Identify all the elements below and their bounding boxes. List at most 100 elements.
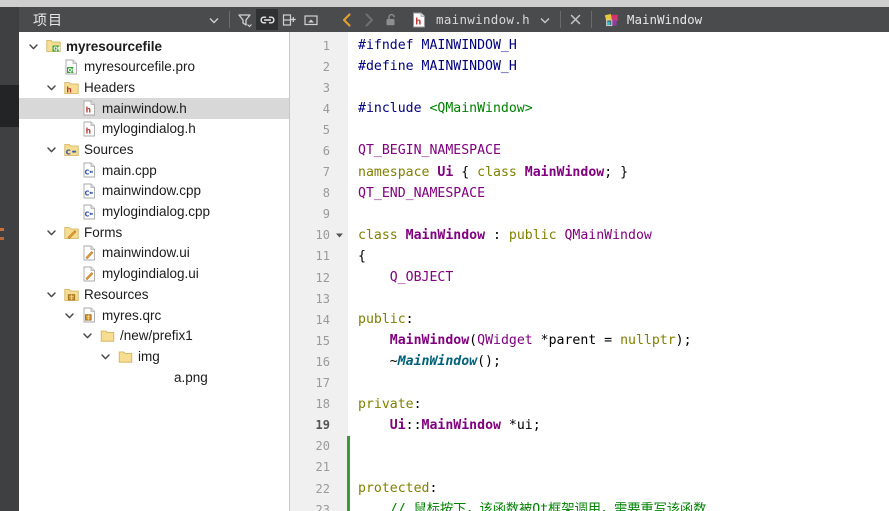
link-icon[interactable] xyxy=(256,9,278,30)
project-tree[interactable]: Qt myresourcefile Qt myresourcefile.pro h Hea… xyxy=(19,32,290,511)
code-text: #include <QMainWindow> xyxy=(358,101,533,117)
svg-text:h: h xyxy=(415,17,421,27)
code-line[interactable]: 23 // 鼠标按下，该函数被Qt框架调用，需要重写该函数 xyxy=(290,499,889,511)
mode-sidebar-active-block[interactable] xyxy=(0,85,19,127)
qt-class-icon xyxy=(602,9,624,30)
split-add-icon[interactable] xyxy=(278,9,300,30)
code-line[interactable]: 12 Q_OBJECT xyxy=(290,267,889,288)
resources-folder-icon xyxy=(64,287,79,303)
code-text: class MainWindow : public QMainWindow xyxy=(358,227,652,243)
tree-item-myresourcefile[interactable]: Qt myresourcefile xyxy=(19,36,289,57)
chevron-down-icon[interactable] xyxy=(203,9,225,30)
line-number: 23 xyxy=(315,502,330,511)
tree-item-mainwindow-cpp[interactable]: Cmainwindow.cpp xyxy=(19,181,289,202)
code-text: QT_BEGIN_NAMESPACE xyxy=(358,143,501,159)
tree-item-a-png[interactable]: a.png xyxy=(19,367,289,388)
tree-twisty-placeholder xyxy=(63,164,76,177)
line-number: 14 xyxy=(315,312,330,327)
unlocked-padlock-icon[interactable] xyxy=(380,9,402,30)
chevron-down-icon[interactable] xyxy=(45,81,58,94)
forward-arrow-icon[interactable] xyxy=(358,9,380,30)
class-selector-label: MainWindow xyxy=(626,12,703,27)
line-number: 11 xyxy=(315,249,330,264)
tree-item-main-cpp[interactable]: Cmain.cpp xyxy=(19,160,289,181)
chevron-down-icon[interactable] xyxy=(27,40,40,53)
code-line[interactable]: 17 xyxy=(290,373,889,394)
headers-folder-icon: h xyxy=(64,80,79,96)
tree-item-new-prefix1[interactable]: /new/prefix1 xyxy=(19,326,289,347)
line-number: 1 xyxy=(322,38,330,53)
cpp-file-icon: C xyxy=(82,183,97,199)
collapse-icon[interactable] xyxy=(300,9,322,30)
code-line[interactable]: 20 xyxy=(290,436,889,457)
tree-item-myres-qrc[interactable]: myres.qrc xyxy=(19,305,289,326)
code-line[interactable]: 2 #define MAINWINDOW_H xyxy=(290,56,889,77)
line-number: 17 xyxy=(315,376,330,391)
tree-item-forms[interactable]: Forms xyxy=(19,222,289,243)
code-line[interactable]: 11 { xyxy=(290,246,889,267)
chevron-down-icon[interactable] xyxy=(45,288,58,301)
tree-item-img[interactable]: img xyxy=(19,346,289,367)
code-line[interactable]: 1 #ifndef MAINWINDOW_H xyxy=(290,35,889,56)
tree-item-mylogindialog-ui[interactable]: mylogindialog.ui xyxy=(19,264,289,285)
code-line[interactable]: 14 public: xyxy=(290,309,889,330)
filter-icon[interactable] xyxy=(234,9,256,30)
code-line[interactable]: 13 xyxy=(290,288,889,309)
tree-item-label: mylogindialog.cpp xyxy=(102,204,211,220)
code-line[interactable]: 15 MainWindow(QWidget *parent = nullptr)… xyxy=(290,330,889,351)
chevron-down-icon[interactable] xyxy=(63,309,76,322)
code-line[interactable]: 18 private: xyxy=(290,394,889,415)
code-line[interactable]: 10 class MainWindow : public QMainWindow xyxy=(290,225,889,246)
chevron-down-icon[interactable] xyxy=(81,329,94,342)
qt-creator-window: 项目 h mainwindow.h MainWindow Qt myresour… xyxy=(0,0,889,511)
toolbar-separator-2 xyxy=(559,11,561,28)
tree-item-mainwindow-h[interactable]: h mainwindow.h xyxy=(19,98,289,119)
tree-item-mainwindow-ui[interactable]: mainwindow.ui xyxy=(19,243,289,264)
line-number: 16 xyxy=(315,354,330,369)
line-number: 22 xyxy=(315,481,330,496)
line-number: 2 xyxy=(322,59,330,74)
code-text: Q_OBJECT xyxy=(389,269,454,285)
code-line[interactable]: 21 xyxy=(290,457,889,478)
code-line[interactable]: 8 QT_END_NAMESPACE xyxy=(290,183,889,204)
tree-item-label: myresourcefile xyxy=(66,38,163,54)
tree-item-label: Forms xyxy=(84,224,123,240)
code-line[interactable]: 22 protected: xyxy=(290,478,889,499)
class-selector[interactable]: MainWindow xyxy=(596,7,706,32)
tree-item-resources[interactable]: Resources xyxy=(19,284,289,305)
line-number: 4 xyxy=(322,101,330,116)
mode-sidebar[interactable] xyxy=(0,7,19,511)
back-arrow-icon[interactable] xyxy=(336,9,358,30)
fold-collapse-icon[interactable] xyxy=(330,231,348,240)
code-text: MainWindow(QWidget *parent = nullptr); xyxy=(389,333,692,349)
qrc-file-icon xyxy=(82,307,97,323)
chevron-down-icon[interactable] xyxy=(99,350,112,363)
svg-text:C: C xyxy=(66,148,71,156)
line-number: 18 xyxy=(315,397,330,412)
tree-item-headers[interactable]: h Headers xyxy=(19,77,289,98)
code-editor[interactable]: 1 #ifndef MAINWINDOW_H 2 #define MAINWINDOW… xyxy=(290,32,889,511)
chevron-down-icon[interactable] xyxy=(45,226,58,239)
tree-item-mylogindialog-cpp[interactable]: Cmylogindialog.cpp xyxy=(19,202,289,223)
chevron-down-icon[interactable] xyxy=(45,143,58,156)
tree-item-label: mylogindialog.h xyxy=(102,121,196,137)
document-dropdown-icon[interactable] xyxy=(534,9,556,30)
tree-item-label: Headers xyxy=(84,79,136,95)
code-line[interactable]: 5 xyxy=(290,119,889,140)
code-line[interactable]: 19 Ui::MainWindow *ui; xyxy=(290,415,889,436)
code-line[interactable]: 16 ~MainWindow(); xyxy=(290,351,889,372)
code-lines[interactable]: 1 #ifndef MAINWINDOW_H 2 #define MAINWINDOW… xyxy=(290,32,889,511)
code-line[interactable]: 4 #include <QMainWindow> xyxy=(290,98,889,119)
close-icon[interactable] xyxy=(565,9,587,30)
document-tab[interactable]: h mainwindow.h xyxy=(402,7,534,32)
tree-item-mylogindialog-h[interactable]: h mylogindialog.h xyxy=(19,119,289,140)
code-line[interactable]: 6 QT_BEGIN_NAMESPACE xyxy=(290,140,889,161)
cpp-file-icon: C xyxy=(82,162,97,178)
tree-item-sources[interactable]: C Sources xyxy=(19,139,289,160)
code-line[interactable]: 7 namespace Ui { class MainWindow; } xyxy=(290,162,889,183)
code-line[interactable]: 9 xyxy=(290,204,889,225)
svg-text:h: h xyxy=(86,127,91,136)
code-text: #ifndef MAINWINDOW_H xyxy=(358,37,517,53)
code-line[interactable]: 3 xyxy=(290,77,889,98)
tree-item-myresourcefile-pro[interactable]: Qt myresourcefile.pro xyxy=(19,57,289,78)
